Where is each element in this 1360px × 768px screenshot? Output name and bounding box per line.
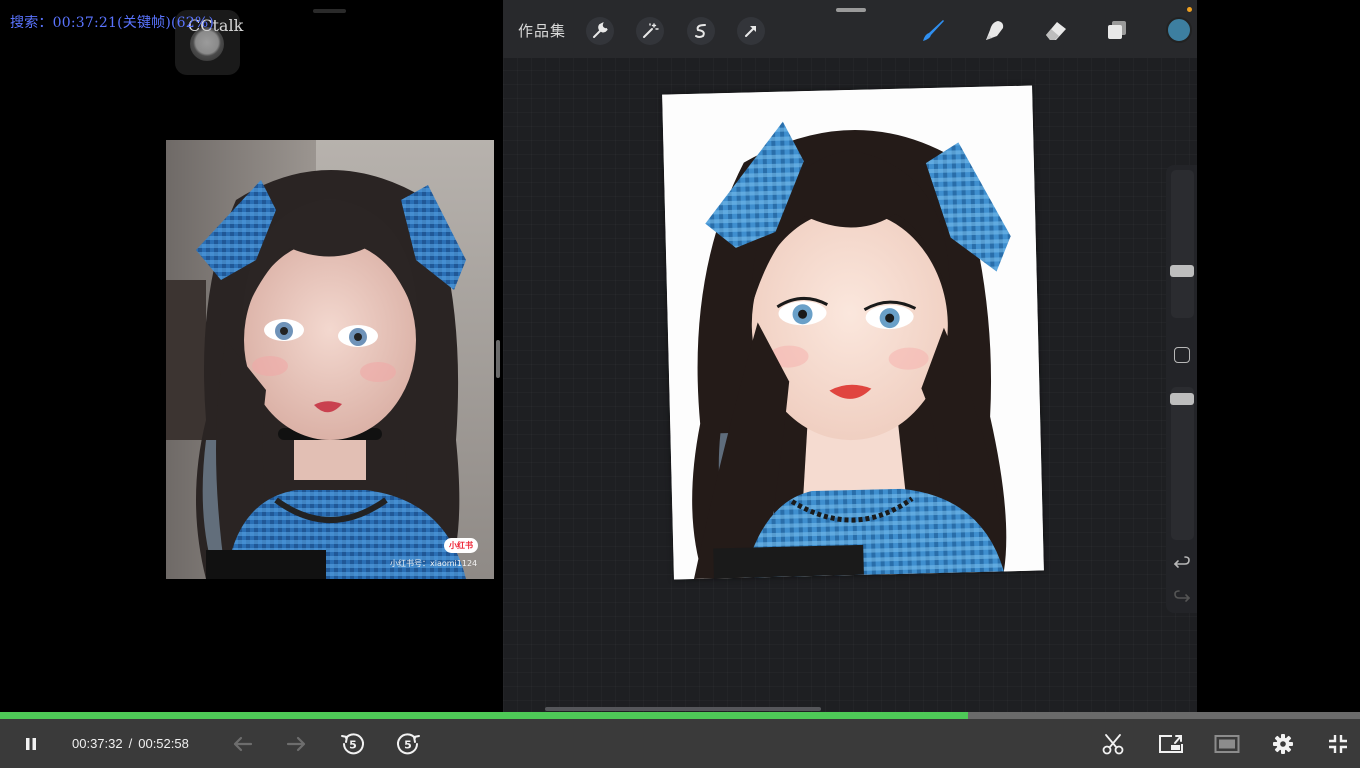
player-control-bar: 00:37:32 / 00:52:58 5 5 (0, 719, 1360, 768)
rewind-5-icon: 5 (341, 733, 364, 755)
procreate-toolbar: 作品集 (503, 0, 1197, 58)
procreate-home-indicator (545, 707, 821, 711)
xiaohongshu-logo: 小红书 (444, 538, 478, 553)
selection-button[interactable] (687, 17, 715, 45)
artwork-illustration (662, 85, 1044, 580)
layers-icon (1108, 21, 1126, 39)
brush-icon (923, 20, 944, 41)
gallery-button[interactable]: 作品集 (518, 20, 566, 41)
playback-progress-bar[interactable] (0, 712, 1360, 719)
rewind-5-button[interactable]: 5 (339, 731, 367, 757)
exit-fullscreen-icon (1329, 735, 1347, 753)
transform-arrow-icon (745, 26, 756, 37)
color-picker-button[interactable] (1166, 17, 1192, 43)
procreate-grabber[interactable] (836, 8, 866, 12)
recording-indicator (1187, 7, 1192, 12)
web-fullscreen-button[interactable] (1213, 731, 1241, 757)
playback-progress-fill (0, 712, 969, 719)
pause-button[interactable] (18, 731, 44, 757)
split-view-divider-handle[interactable] (496, 340, 500, 378)
wrench-icon (593, 22, 608, 38)
eraser-icon (1046, 22, 1066, 40)
brush-opacity-thumb[interactable] (1170, 393, 1194, 405)
xiaohongshu-id-text: 小红书号：xiaomi1124 (390, 559, 478, 568)
forward-seconds-label: 5 (404, 739, 412, 752)
next-button[interactable] (284, 731, 310, 757)
search-keyframe-overlay: 搜索：00:37:21(关键帧)(62%) (10, 15, 215, 31)
previous-button[interactable] (229, 731, 255, 757)
smudge-icon (986, 21, 1004, 40)
undo-button[interactable] (1172, 553, 1192, 573)
transform-button[interactable] (737, 17, 765, 45)
exit-fullscreen-button[interactable] (1325, 731, 1351, 757)
procreate-app: 作品集 (503, 0, 1197, 712)
playback-time: 00:37:32 / 00:52:58 (72, 736, 189, 751)
time-separator: / (128, 736, 133, 751)
gear-icon (1273, 734, 1293, 754)
selection-icon (695, 24, 706, 38)
picture-in-picture-button[interactable] (1157, 731, 1185, 757)
next-icon (286, 736, 306, 752)
pip-icon (1159, 735, 1183, 753)
redo-button[interactable] (1172, 587, 1192, 607)
rewind-seconds-label: 5 (349, 739, 357, 752)
undo-icon (1173, 556, 1190, 568)
video-player-stage: CCtalk 小红书 小红书号：xiaomi1124 作品集 搜索：00:37:… (0, 0, 1360, 768)
layers-button[interactable] (1102, 15, 1132, 45)
current-time: 00:37:32 (72, 736, 123, 751)
eraser-tool-button[interactable] (1041, 15, 1071, 45)
clip-button[interactable] (1100, 731, 1126, 757)
brush-opacity-slider[interactable] (1171, 387, 1194, 540)
brush-size-slider[interactable] (1171, 170, 1194, 318)
settings-button[interactable] (1270, 731, 1296, 757)
left-pane-grabber[interactable] (313, 9, 346, 13)
pause-icon (26, 738, 36, 750)
smudge-tool-button[interactable] (979, 15, 1009, 45)
actions-button[interactable] (586, 17, 614, 45)
scissors-icon (1102, 734, 1124, 755)
window-icon (1214, 735, 1240, 753)
procreate-sidebar (1166, 165, 1197, 613)
reference-photo: 小红书 小红书号：xiaomi1124 (166, 140, 494, 579)
total-time: 00:52:58 (138, 736, 189, 751)
drawing-canvas[interactable] (662, 85, 1044, 580)
brush-size-thumb[interactable] (1170, 265, 1194, 277)
forward-5-icon: 5 (397, 733, 420, 755)
reference-photo-image (166, 140, 494, 579)
adjustments-button[interactable] (636, 17, 664, 45)
redo-icon (1174, 590, 1191, 602)
left-split-pane: CCtalk 小红书 小红书号：xiaomi1124 (0, 0, 502, 712)
prev-icon (233, 736, 253, 752)
forward-5-button[interactable]: 5 (394, 731, 422, 757)
letterbox-right (1197, 0, 1360, 712)
magic-wand-icon (643, 23, 659, 38)
modify-button[interactable] (1174, 347, 1190, 363)
brush-tool-button[interactable] (918, 15, 948, 45)
